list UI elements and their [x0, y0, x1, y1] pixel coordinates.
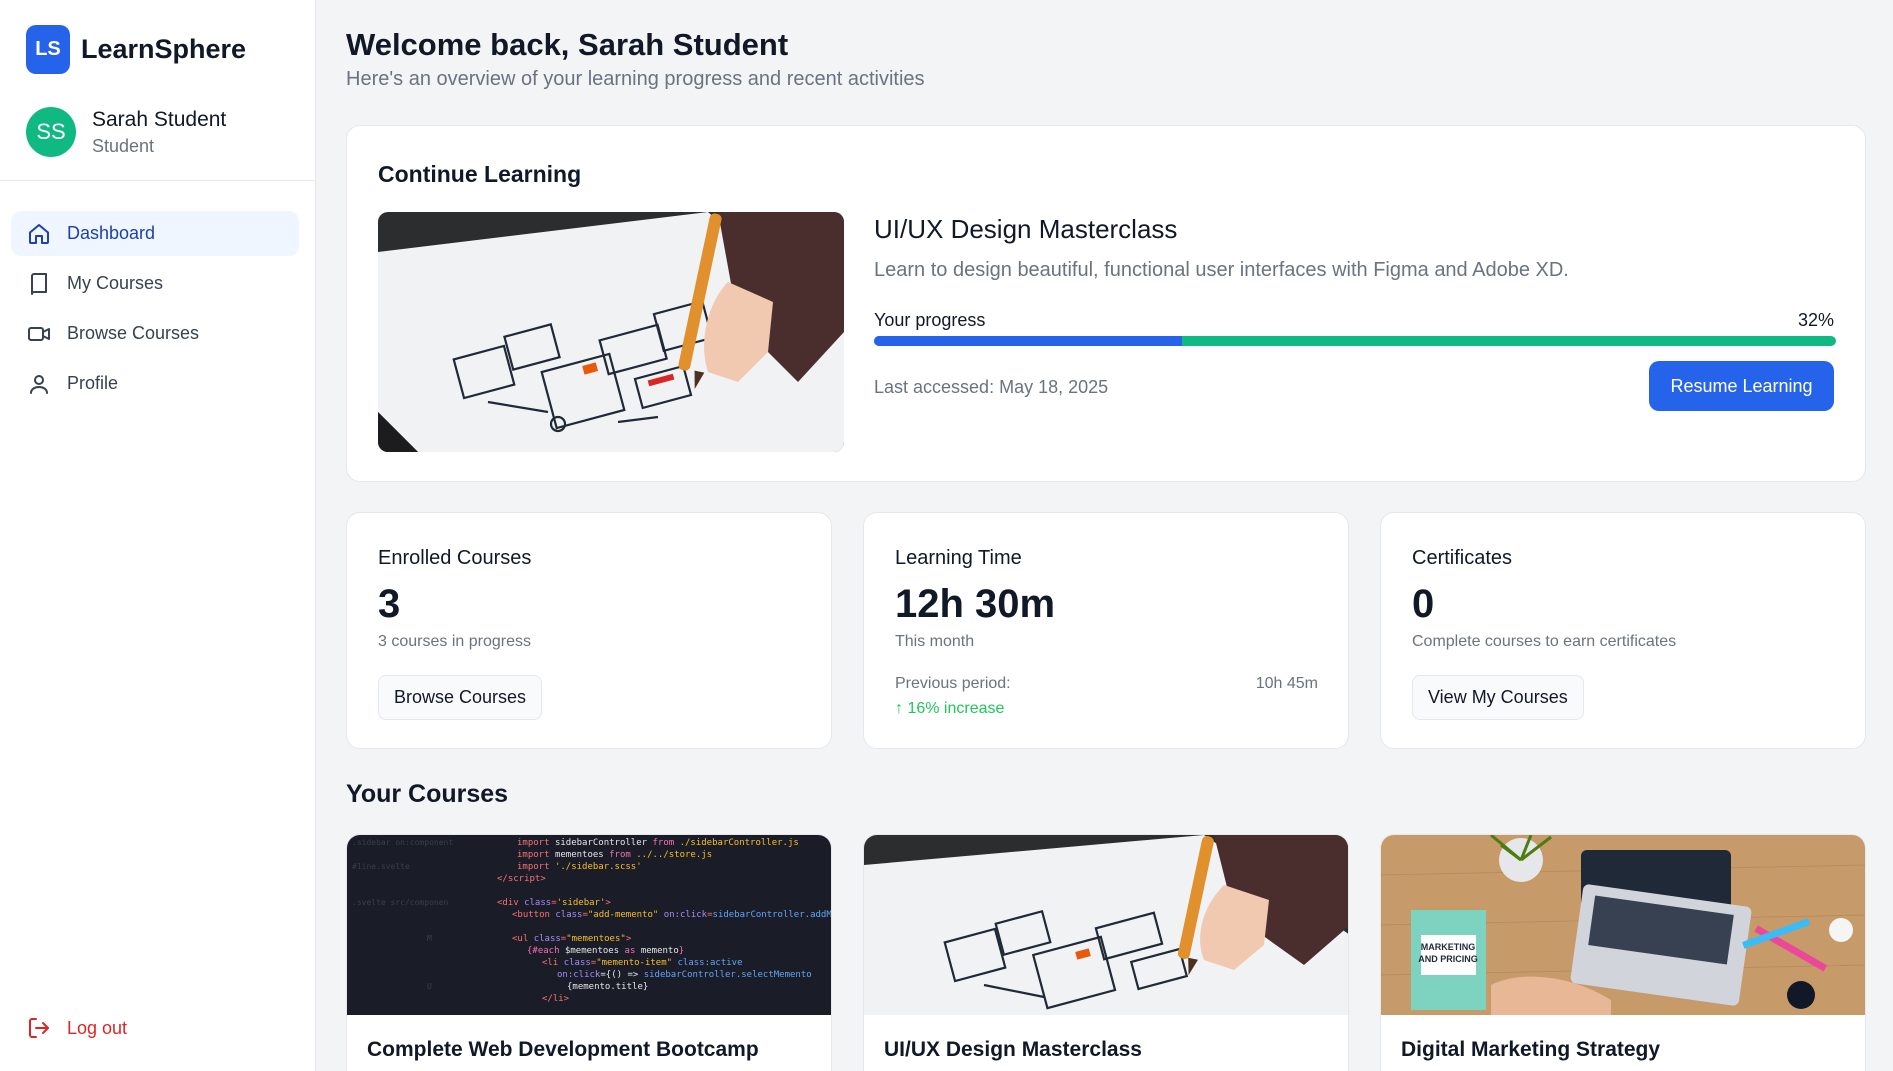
stat-value: 0 [1412, 582, 1435, 626]
svg-text:import './sidebar.scss': import './sidebar.scss' [517, 862, 642, 872]
svg-text:</li>: </li> [542, 994, 570, 1004]
sidebar-item-browse-courses[interactable]: Browse Courses [11, 311, 299, 356]
svg-text:import sidebarController from: import sidebarController from ./sidebarC… [517, 838, 799, 848]
sidebar-item-my-courses[interactable]: My Courses [11, 261, 299, 306]
svg-text:{#each $mementoes as memento}: {#each $mementoes as memento} [527, 946, 684, 956]
view-my-courses-button[interactable]: View My Courses [1412, 675, 1584, 720]
svg-text:<button class="add-memento" on: <button class="add-memento" on:click=sid… [512, 910, 832, 920]
logout-button[interactable]: Log out [27, 1016, 127, 1040]
video-icon [28, 326, 50, 341]
svg-text:import mementoes from ../../st: import mementoes from ../../store.js [517, 850, 712, 860]
continue-course-name[interactable]: UI/UX Design Masterclass [874, 214, 1177, 245]
svg-text:</script>: </script> [497, 874, 546, 884]
brand-name: LearnSphere [81, 34, 247, 64]
sidebar-divider [0, 180, 316, 181]
user-role: Student [92, 135, 155, 156]
course-card-title: Complete Web Development Bootcamp [367, 1038, 759, 1061]
resume-learning-button[interactable]: Resume Learning [1649, 361, 1834, 411]
sidebar-item-label: Dashboard [67, 223, 156, 243]
stat-title: Certificates [1412, 547, 1513, 569]
svg-text:AND PRICING: AND PRICING [1418, 954, 1478, 964]
svg-text:<li class="memento-item" class: <li class="memento-item" class:active [542, 958, 743, 968]
stat-value: 3 [378, 582, 401, 626]
stat-subtitle: This month [895, 633, 975, 650]
code-editor-image: import sidebarController from ./sidebarC… [347, 835, 832, 1015]
continue-course-description: Learn to design beautiful, functional us… [874, 259, 1569, 281]
course-thumbnail[interactable] [378, 212, 844, 452]
course-card-title: UI/UX Design Masterclass [884, 1038, 1142, 1061]
svg-text:#1ine.svelte: #1ine.svelte [352, 862, 410, 871]
previous-period-label: Previous period: [895, 675, 1011, 692]
user-icon [30, 374, 48, 394]
brand[interactable]: LS LearnSphere [26, 25, 246, 74]
learning-time-card: Learning Time 12h 30m This month Previou… [863, 512, 1349, 749]
course-card-web-dev[interactable]: import sidebarController from ./sidebarC… [346, 834, 832, 1071]
page-title: Welcome back, Sarah Student [346, 27, 789, 62]
svg-text:<ul class="mementoes">: <ul class="mementoes"> [512, 934, 632, 944]
wireframe-sketch-image [378, 212, 844, 452]
svg-text:MARKETING: MARKETING [1421, 942, 1476, 952]
sidebar-item-profile[interactable]: Profile [11, 361, 299, 406]
progress-fill [874, 336, 1182, 346]
stat-title: Learning Time [895, 547, 1022, 569]
svg-text:.svelte src/componen: .svelte src/componen [352, 898, 449, 907]
page-subtitle: Here's an overview of your learning prog… [346, 68, 925, 90]
course-image: MARKETING AND PRICING [1381, 835, 1865, 1015]
sidebar-nav: Dashboard My Courses Browse Courses Prof… [11, 211, 299, 411]
book-icon [31, 272, 47, 295]
certificates-card: Certificates 0 Complete courses to earn … [1380, 512, 1866, 749]
svg-text:{memento.title}: {memento.title} [567, 982, 648, 992]
stat-subtitle: 3 courses in progress [378, 633, 531, 650]
arrow-up-icon: ↑ [895, 700, 903, 717]
home-icon [29, 223, 49, 244]
sidebar-item-label: My Courses [67, 273, 164, 293]
continue-learning-title: Continue Learning [378, 161, 582, 187]
stat-title: Enrolled Courses [378, 547, 532, 569]
course-image [864, 835, 1348, 1015]
your-courses-title: Your Courses [346, 780, 509, 808]
progress-value: 32% [1797, 310, 1834, 330]
logout-label: Log out [67, 1017, 128, 1038]
course-card-ui-ux[interactable]: UI/UX Design Masterclass [863, 834, 1349, 1071]
progress-bar [874, 336, 1836, 346]
sidebar-item-dashboard[interactable]: Dashboard [11, 211, 299, 256]
progress-label: Your progress [874, 310, 986, 330]
browse-courses-button[interactable]: Browse Courses [378, 675, 543, 720]
desk-laptop-image: MARKETING AND PRICING [1381, 835, 1865, 1015]
stat-subtitle: Complete courses to earn certificates [1412, 633, 1677, 650]
svg-text:M: M [427, 934, 432, 943]
svg-text:U: U [427, 982, 432, 991]
brand-logo: LS [26, 25, 70, 74]
stat-value: 12h 30m [895, 582, 1056, 626]
course-card-digital-marketing[interactable]: MARKETING AND PRICING Digital Marketing … [1380, 834, 1866, 1071]
previous-period-value: 10h 45m [1255, 675, 1318, 692]
continue-learning-card: Continue Learning UI/UX Design Mastercla… [346, 125, 1866, 482]
avatar: SS [26, 107, 76, 157]
svg-text:<div class='sidebar'>: <div class='sidebar'> [497, 898, 611, 908]
svg-text:on:click={() => sidebarControl: on:click={() => sidebarController.select… [557, 970, 812, 980]
logout-icon [29, 1018, 49, 1038]
user-profile: SS Sarah Student Student [26, 107, 226, 157]
wireframe-sketch-image [864, 835, 1348, 1015]
svg-text:.sidebar on:component: .sidebar on:component [352, 838, 453, 847]
sidebar-item-label: Profile [67, 373, 119, 393]
increase-indicator: ↑ 16% increase [895, 700, 1004, 718]
course-image: import sidebarController from ./sidebarC… [347, 835, 832, 1015]
course-card-title: Digital Marketing Strategy [1401, 1038, 1661, 1061]
last-accessed: Last accessed: May 18, 2025 [874, 377, 1109, 397]
increase-text: 16% increase [907, 700, 1005, 717]
sidebar-item-label: Browse Courses [67, 323, 200, 343]
user-name: Sarah Student [92, 107, 227, 131]
enrolled-courses-card: Enrolled Courses 3 3 courses in progress… [346, 512, 832, 749]
sidebar: LS LearnSphere SS Sarah Student Student … [0, 0, 316, 1071]
